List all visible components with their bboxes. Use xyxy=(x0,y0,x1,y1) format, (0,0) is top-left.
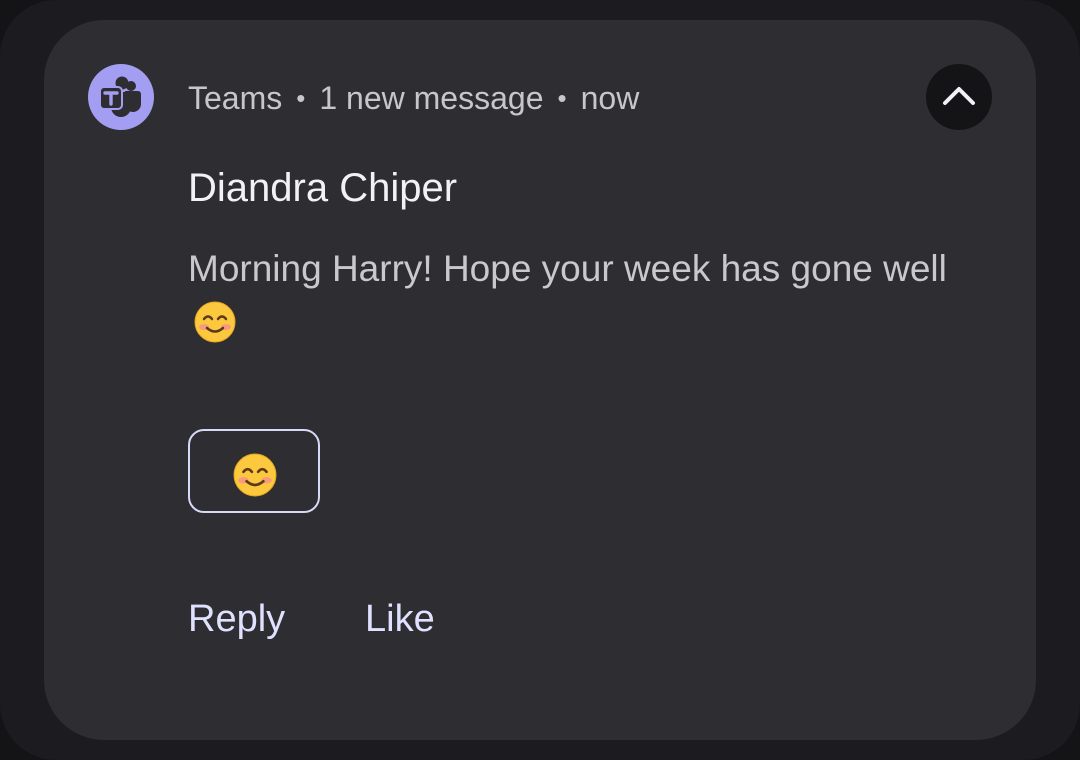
separator-dot: • xyxy=(557,82,567,113)
timestamp: now xyxy=(580,79,640,116)
smiling-face-icon xyxy=(194,301,236,343)
message-text: Morning Harry! Hope your week has gone w… xyxy=(188,248,947,289)
like-button[interactable]: Like xyxy=(365,598,435,641)
message-body: Morning Harry! Hope your week has gone w… xyxy=(188,242,968,350)
app-name: Teams xyxy=(188,79,283,116)
smiling-face-icon xyxy=(233,453,277,497)
message-count: 1 new message xyxy=(319,79,544,116)
sender-name: Diandra Chiper xyxy=(188,166,458,210)
chevron-up-icon xyxy=(943,87,975,105)
teams-icon xyxy=(88,64,154,130)
notification-header: Teams • 1 new message • now xyxy=(188,78,639,118)
reply-button[interactable]: Reply xyxy=(188,598,285,641)
smile-reaction-button[interactable] xyxy=(188,429,320,513)
collapse-button[interactable] xyxy=(926,64,992,130)
separator-dot: • xyxy=(296,82,306,113)
